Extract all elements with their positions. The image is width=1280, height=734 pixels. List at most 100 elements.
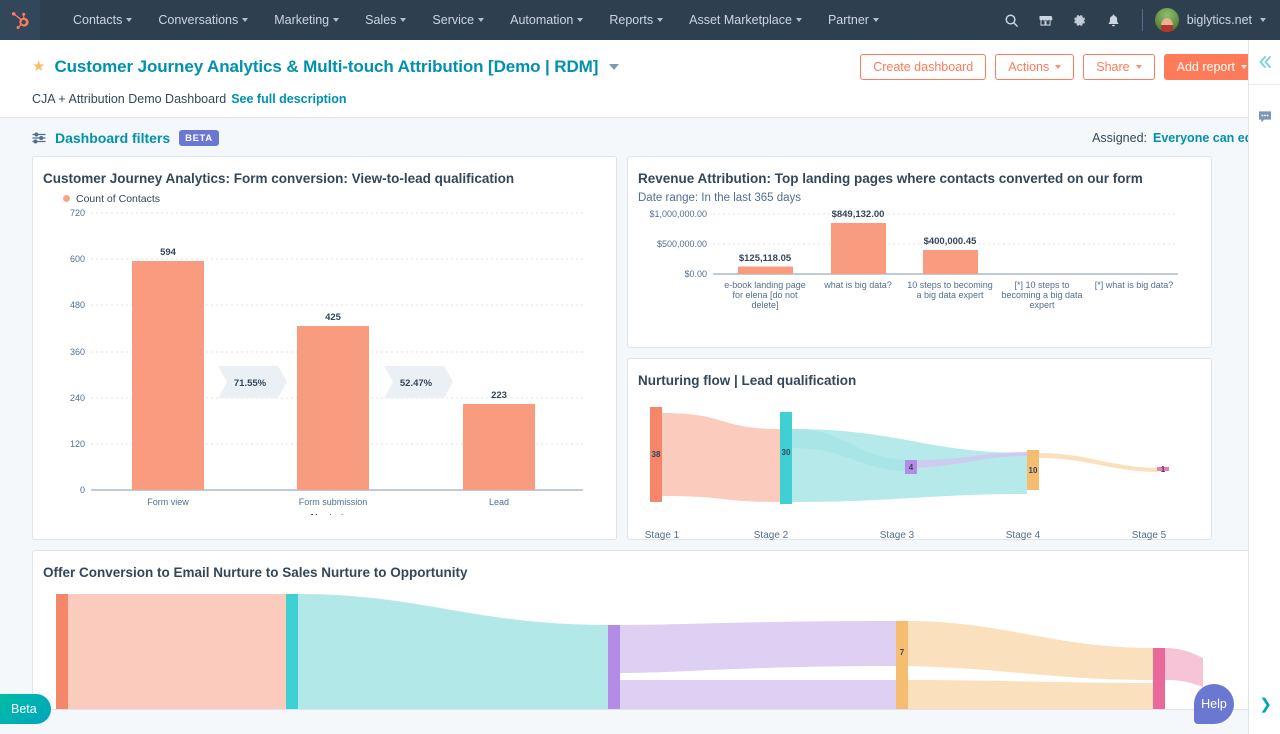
chevron-down-icon <box>242 18 248 22</box>
beta-feedback-button[interactable]: Beta <box>0 694 51 724</box>
nav-item-conversations[interactable]: Conversations <box>145 13 261 27</box>
report-title: Offer Conversion to Email Nurture to Sal… <box>43 565 1249 582</box>
bar-10-steps[interactable] <box>923 250 978 274</box>
report-card-form-conversion[interactable]: Customer Journey Analytics: Form convers… <box>32 156 617 540</box>
sankey-stage-label: Stage 2 <box>754 530 789 541</box>
see-full-description-link[interactable]: See full description <box>231 92 346 106</box>
sankey-node-1[interactable] <box>56 594 68 710</box>
sankey-node-value: 1 <box>1161 465 1166 474</box>
avatar <box>1155 8 1179 32</box>
nav-item-partner[interactable]: Partner <box>815 13 892 27</box>
nav-item-reports[interactable]: Reports <box>596 13 676 27</box>
sankey-link-2[interactable] <box>298 594 608 710</box>
sankey-node-value: 38 <box>652 450 661 459</box>
y-tick-label: 720 <box>70 208 85 218</box>
report-card-nurturing-flow[interactable]: Nurturing flow | Lead qualification <box>627 358 1212 540</box>
marketplace-icon[interactable] <box>1030 4 1062 36</box>
sankey-link-4-upper[interactable] <box>908 621 1153 680</box>
nav-item-sales[interactable]: Sales <box>352 13 419 27</box>
sankey-node-5[interactable] <box>1153 648 1165 710</box>
sankey-nurturing-flow: 38 30 4 10 1 Stage 1 Stage 2 Stage 3 Sta… <box>638 390 1201 542</box>
sankey-link-4-lower[interactable] <box>908 680 1153 710</box>
page-title[interactable]: Customer Journey Analytics & Multi-touch… <box>54 57 598 77</box>
report-title: Customer Journey Analytics: Form convers… <box>43 171 606 188</box>
sankey-stage-label: Stage 4 <box>1006 530 1041 541</box>
sankey-link-1[interactable] <box>68 594 286 710</box>
chevron-double-left-icon <box>1257 54 1273 70</box>
bar-what-is-big-data[interactable] <box>831 223 886 274</box>
chevron-down-icon <box>333 18 339 22</box>
nav-item-label: Service <box>432 13 474 27</box>
y-tick-label: 480 <box>70 300 85 310</box>
nav-item-asset-marketplace[interactable]: Asset Marketplace <box>676 13 815 27</box>
nav-item-marketing[interactable]: Marketing <box>261 13 352 27</box>
dashboard-description-row: CJA + Attribution Demo Dashboard See ful… <box>0 92 1280 117</box>
bar-lead[interactable] <box>463 404 535 490</box>
add-report-button[interactable]: Add report <box>1164 54 1260 80</box>
favorite-star-icon[interactable]: ★ <box>32 59 45 74</box>
conversion-rate-label: 71.55% <box>234 378 267 389</box>
rail-divider <box>1249 84 1280 85</box>
sankey-link-3-lower[interactable] <box>620 680 896 710</box>
nav-item-label: Marketing <box>274 13 329 27</box>
x-tick-label: 10 steps to becoming <box>907 280 993 290</box>
dashboard-header-top: ★ Customer Journey Analytics & Multi-tou… <box>0 40 1280 92</box>
create-dashboard-button[interactable]: Create dashboard <box>860 54 986 80</box>
report-title: Revenue Attribution: Top landing pages w… <box>638 171 1201 188</box>
sankey-node-3[interactable] <box>608 625 620 710</box>
chevron-down-icon <box>1136 65 1142 69</box>
x-tick-label: [*] 10 steps to <box>1014 280 1069 290</box>
dashboard-selector-chevron-down-icon[interactable] <box>609 64 619 70</box>
sankey-node-2[interactable] <box>286 594 298 710</box>
sankey-node-4[interactable] <box>896 621 908 710</box>
nav-item-label: Asset Marketplace <box>689 13 792 27</box>
assigned-value-link[interactable]: Everyone can edit <box>1153 131 1260 145</box>
sankey-node-value: 10 <box>1029 466 1038 475</box>
bar-form-view[interactable] <box>132 261 204 490</box>
bar-value-label: $125,118.05 <box>739 253 792 264</box>
report-card-revenue-attribution[interactable]: Revenue Attribution: Top landing pages w… <box>627 156 1212 348</box>
report-card-offer-conversion[interactable]: Offer Conversion to Email Nurture to Sal… <box>32 550 1260 710</box>
dashboard-filters-button[interactable]: Dashboard filters BETA <box>32 130 219 146</box>
assigned-area: Assigned: Everyone can edit <box>1092 131 1260 145</box>
help-button[interactable]: Help <box>1194 684 1234 724</box>
actions-button[interactable]: Actions <box>995 54 1074 80</box>
sankey-link-stage4-stage5[interactable] <box>1039 453 1157 472</box>
nav-item-contacts[interactable]: Contacts <box>60 13 145 27</box>
share-button-label: Share <box>1096 55 1129 79</box>
nav-item-label: Conversations <box>158 13 238 27</box>
sankey-link-stage1-stage2[interactable] <box>662 413 780 502</box>
x-tick-label: e-book landing page <box>724 280 806 290</box>
chevron-down-icon <box>1260 18 1266 22</box>
expand-panel-chevron-right-icon[interactable]: ❯ <box>1259 697 1272 712</box>
main-menu: Contacts Conversations Marketing Sales S… <box>60 13 892 27</box>
sankey-node-value: 30 <box>782 448 791 457</box>
nav-item-automation[interactable]: Automation <box>497 13 596 27</box>
dashboard-filters-label: Dashboard filters <box>55 130 170 146</box>
bar-ebook-landing-page[interactable] <box>738 266 793 274</box>
hubspot-logo[interactable] <box>0 0 40 40</box>
chat-button[interactable] <box>1249 95 1280 139</box>
dashboard-column-right: Revenue Attribution: Top landing pages w… <box>627 156 1212 540</box>
sankey-link-3-upper[interactable] <box>620 621 896 673</box>
bar-chart-revenue-attribution: $1,000,000.00 $500,000.00 $0.00 $125,118… <box>638 204 1201 342</box>
gear-icon[interactable] <box>1064 4 1096 36</box>
top-navigation-bar: Contacts Conversations Marketing Sales S… <box>0 0 1280 40</box>
nav-item-service[interactable]: Service <box>419 13 497 27</box>
sankey-node-value: 4 <box>909 463 914 472</box>
search-icon[interactable] <box>996 4 1028 36</box>
nav-item-label: Automation <box>510 13 573 27</box>
sankey-node-stage2[interactable] <box>780 412 792 504</box>
assigned-label: Assigned: <box>1092 131 1147 145</box>
chart-legend: Count of Contacts <box>43 193 606 205</box>
chevron-down-icon <box>657 18 663 22</box>
chevron-down-icon <box>1055 65 1061 69</box>
bar-form-submission[interactable] <box>297 326 369 490</box>
account-menu[interactable]: biglytics.net <box>1155 8 1266 32</box>
share-button[interactable]: Share <box>1083 54 1154 80</box>
x-tick-label: delete] <box>751 300 778 310</box>
notifications-bell-icon[interactable] <box>1098 4 1130 36</box>
dashboard-grid-row-2: Offer Conversion to Email Nurture to Sal… <box>0 540 1280 710</box>
bar-chart-form-conversion: 720 600 480 360 240 120 0 594 425 223 <box>43 205 606 515</box>
collapse-rail-button[interactable] <box>1249 40 1280 84</box>
